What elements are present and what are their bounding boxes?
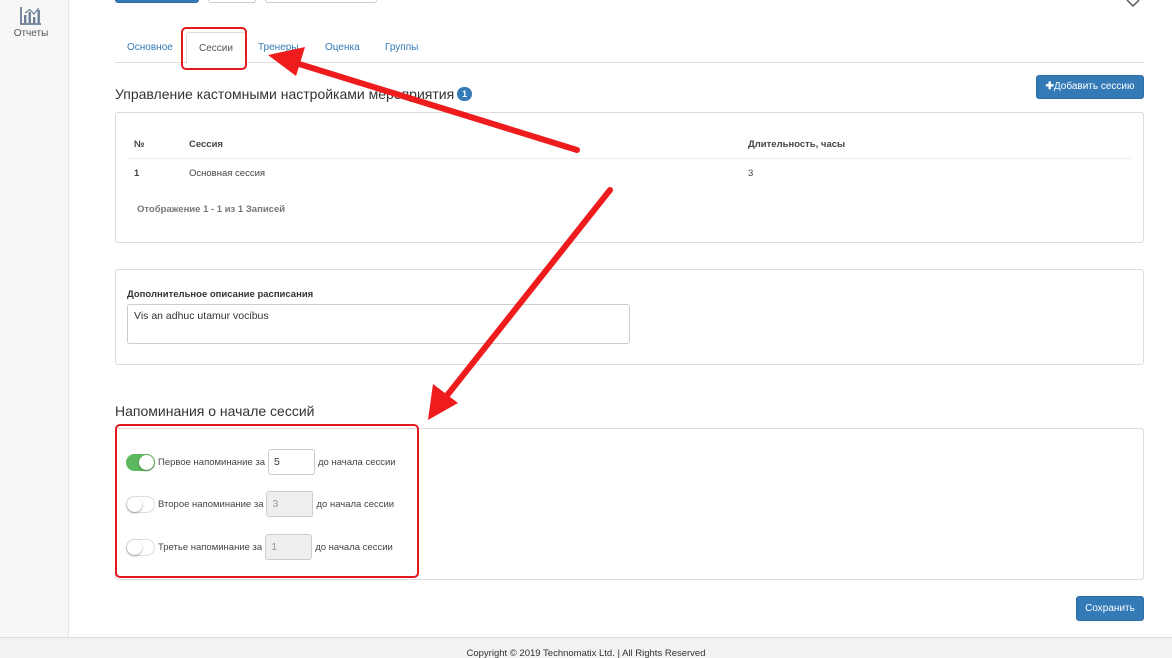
page-footer: Copyright © 2019 Technomatix Ltd. | All …	[0, 637, 1172, 658]
tab-highlight-box	[181, 27, 247, 70]
sessions-panel: № Сессия Длительность, часы 1 Основная с…	[115, 112, 1144, 243]
top-primary-button[interactable]	[115, 0, 199, 3]
tab-trainers[interactable]: Тренеры	[246, 32, 311, 63]
schedule-description-textarea[interactable]: Vis an adhuc utamur vocibus	[127, 304, 630, 344]
table-info: Отображение 1 - 1 из 1 Записей	[137, 204, 286, 215]
tab-bar: Основное Сессии Тренеры Оценка Группы	[115, 32, 1144, 64]
left-sidebar: Отчеты	[0, 0, 69, 637]
top-secondary-button[interactable]	[208, 0, 256, 3]
save-button[interactable]: Сохранить	[1076, 596, 1144, 621]
column-header-number: №	[128, 131, 183, 159]
schedule-panel: Дополнительное описание расписания Vis a…	[115, 269, 1144, 365]
tab-evaluation[interactable]: Оценка	[313, 32, 372, 63]
column-header-session: Сессия	[183, 131, 742, 159]
table-row[interactable]: 1 Основная сессия 3	[128, 158, 1131, 188]
session-number-cell: 1	[134, 167, 140, 179]
sessions-title: Управление кастомными настройками меропр…	[115, 86, 455, 102]
session-duration-cell: 3	[748, 167, 754, 179]
nav-item-reports[interactable]: Отчеты	[0, 6, 62, 39]
sessions-heading: Управление кастомными настройками меропр…	[115, 86, 473, 102]
sessions-table: № Сессия Длительность, часы 1 Основная с…	[128, 131, 1131, 188]
top-dropdown-button[interactable]	[265, 0, 377, 3]
chart-icon	[20, 7, 41, 25]
collapse-icon[interactable]	[1123, 0, 1143, 16]
add-session-label: Добавить сессию	[1053, 81, 1135, 92]
session-name-cell[interactable]: Основная сессия	[183, 158, 742, 188]
column-header-duration: Длительность, часы	[742, 131, 1131, 159]
table-header-row: № Сессия Длительность, часы	[128, 131, 1131, 159]
reminders-heading: Напоминания о начале сессий	[115, 403, 315, 419]
tab-groups[interactable]: Группы	[373, 32, 430, 63]
schedule-description-label: Дополнительное описание расписания	[127, 289, 314, 300]
reminders-highlight-box	[115, 424, 419, 578]
tab-main[interactable]: Основное	[115, 32, 185, 63]
sessions-count-badge: 1	[457, 87, 473, 101]
plus-icon: ✚	[1045, 81, 1054, 92]
add-session-button[interactable]: ✚Добавить сессию	[1036, 75, 1144, 99]
nav-label-reports: Отчеты	[13, 28, 49, 39]
